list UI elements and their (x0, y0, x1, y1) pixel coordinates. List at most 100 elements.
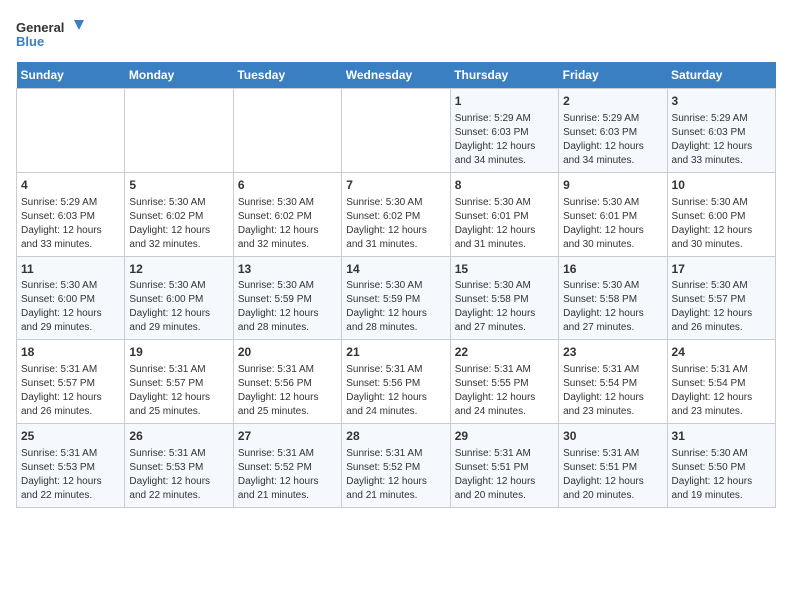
calendar-cell: 25Sunrise: 5:31 AMSunset: 5:53 PMDayligh… (17, 424, 125, 508)
day-info: Daylight: 12 hours (238, 307, 337, 321)
day-info: Sunset: 5:52 PM (346, 461, 445, 475)
day-info: Daylight: 12 hours (238, 224, 337, 238)
day-number: 12 (129, 261, 228, 278)
day-info: Sunset: 5:55 PM (455, 377, 554, 391)
calendar-cell: 26Sunrise: 5:31 AMSunset: 5:53 PMDayligh… (125, 424, 233, 508)
day-number: 26 (129, 428, 228, 445)
calendar-cell: 29Sunrise: 5:31 AMSunset: 5:51 PMDayligh… (450, 424, 558, 508)
calendar-cell (342, 89, 450, 173)
calendar-cell: 4Sunrise: 5:29 AMSunset: 6:03 PMDaylight… (17, 172, 125, 256)
day-info: Sunrise: 5:30 AM (346, 279, 445, 293)
day-info: Sunset: 5:57 PM (129, 377, 228, 391)
day-info: and 26 minutes. (672, 321, 771, 335)
day-info: Sunrise: 5:30 AM (129, 279, 228, 293)
day-info: Daylight: 12 hours (129, 224, 228, 238)
day-info: Daylight: 12 hours (129, 307, 228, 321)
day-info: Sunset: 5:58 PM (455, 293, 554, 307)
header-row: SundayMondayTuesdayWednesdayThursdayFrid… (17, 62, 776, 89)
day-info: and 22 minutes. (21, 489, 120, 503)
header-day-sunday: Sunday (17, 62, 125, 89)
header-day-tuesday: Tuesday (233, 62, 341, 89)
calendar-cell: 20Sunrise: 5:31 AMSunset: 5:56 PMDayligh… (233, 340, 341, 424)
day-info: and 20 minutes. (455, 489, 554, 503)
logo: General Blue (16, 16, 86, 56)
day-number: 16 (563, 261, 662, 278)
day-info: Sunrise: 5:31 AM (455, 363, 554, 377)
calendar-body: 1Sunrise: 5:29 AMSunset: 6:03 PMDaylight… (17, 89, 776, 508)
day-number: 3 (672, 93, 771, 110)
day-info: Daylight: 12 hours (672, 224, 771, 238)
day-info: Daylight: 12 hours (238, 475, 337, 489)
day-number: 7 (346, 177, 445, 194)
day-info: Sunset: 5:59 PM (346, 293, 445, 307)
day-info: Sunrise: 5:31 AM (563, 447, 662, 461)
calendar-cell: 21Sunrise: 5:31 AMSunset: 5:56 PMDayligh… (342, 340, 450, 424)
day-info: Sunrise: 5:30 AM (455, 196, 554, 210)
day-info: Sunrise: 5:31 AM (455, 447, 554, 461)
calendar-cell: 1Sunrise: 5:29 AMSunset: 6:03 PMDaylight… (450, 89, 558, 173)
day-number: 31 (672, 428, 771, 445)
calendar-cell: 12Sunrise: 5:30 AMSunset: 6:00 PMDayligh… (125, 256, 233, 340)
day-info: Daylight: 12 hours (672, 391, 771, 405)
day-info: and 25 minutes. (129, 405, 228, 419)
day-info: and 21 minutes. (238, 489, 337, 503)
day-number: 14 (346, 261, 445, 278)
calendar-cell: 24Sunrise: 5:31 AMSunset: 5:54 PMDayligh… (667, 340, 775, 424)
day-number: 24 (672, 344, 771, 361)
day-info: Daylight: 12 hours (346, 224, 445, 238)
day-info: and 32 minutes. (238, 238, 337, 252)
day-info: Daylight: 12 hours (129, 475, 228, 489)
day-info: Daylight: 12 hours (21, 475, 120, 489)
calendar-cell: 11Sunrise: 5:30 AMSunset: 6:00 PMDayligh… (17, 256, 125, 340)
day-info: Daylight: 12 hours (455, 224, 554, 238)
day-info: and 23 minutes. (672, 405, 771, 419)
day-number: 1 (455, 93, 554, 110)
svg-text:Blue: Blue (16, 34, 44, 49)
day-info: Sunset: 5:54 PM (563, 377, 662, 391)
day-info: Sunset: 5:58 PM (563, 293, 662, 307)
day-number: 2 (563, 93, 662, 110)
day-info: Sunset: 5:59 PM (238, 293, 337, 307)
day-number: 6 (238, 177, 337, 194)
day-number: 25 (21, 428, 120, 445)
day-info: Sunrise: 5:31 AM (346, 363, 445, 377)
calendar-cell: 31Sunrise: 5:30 AMSunset: 5:50 PMDayligh… (667, 424, 775, 508)
day-number: 5 (129, 177, 228, 194)
day-info: Sunrise: 5:30 AM (238, 279, 337, 293)
day-info: Daylight: 12 hours (563, 140, 662, 154)
calendar-cell: 27Sunrise: 5:31 AMSunset: 5:52 PMDayligh… (233, 424, 341, 508)
day-info: and 30 minutes. (672, 238, 771, 252)
day-info: Sunrise: 5:31 AM (129, 363, 228, 377)
calendar-cell: 7Sunrise: 5:30 AMSunset: 6:02 PMDaylight… (342, 172, 450, 256)
calendar-cell: 17Sunrise: 5:30 AMSunset: 5:57 PMDayligh… (667, 256, 775, 340)
day-info: Sunset: 5:51 PM (455, 461, 554, 475)
day-info: Sunset: 6:01 PM (563, 210, 662, 224)
day-info: Sunrise: 5:30 AM (129, 196, 228, 210)
calendar-cell: 3Sunrise: 5:29 AMSunset: 6:03 PMDaylight… (667, 89, 775, 173)
calendar-cell: 15Sunrise: 5:30 AMSunset: 5:58 PMDayligh… (450, 256, 558, 340)
week-row-5: 25Sunrise: 5:31 AMSunset: 5:53 PMDayligh… (17, 424, 776, 508)
day-info: Daylight: 12 hours (346, 391, 445, 405)
calendar-cell: 23Sunrise: 5:31 AMSunset: 5:54 PMDayligh… (559, 340, 667, 424)
day-info: Sunrise: 5:30 AM (672, 447, 771, 461)
day-info: Sunset: 6:03 PM (455, 126, 554, 140)
day-info: Daylight: 12 hours (672, 475, 771, 489)
calendar-cell: 8Sunrise: 5:30 AMSunset: 6:01 PMDaylight… (450, 172, 558, 256)
day-number: 15 (455, 261, 554, 278)
day-number: 23 (563, 344, 662, 361)
day-info: Daylight: 12 hours (21, 307, 120, 321)
day-info: Sunset: 5:56 PM (346, 377, 445, 391)
day-info: and 27 minutes. (455, 321, 554, 335)
day-info: and 33 minutes. (672, 154, 771, 168)
day-info: Daylight: 12 hours (21, 391, 120, 405)
day-info: Sunset: 6:03 PM (672, 126, 771, 140)
day-number: 11 (21, 261, 120, 278)
day-info: and 21 minutes. (346, 489, 445, 503)
calendar-cell: 16Sunrise: 5:30 AMSunset: 5:58 PMDayligh… (559, 256, 667, 340)
day-number: 18 (21, 344, 120, 361)
day-info: and 28 minutes. (346, 321, 445, 335)
day-info: Sunrise: 5:31 AM (21, 447, 120, 461)
day-info: Sunset: 6:01 PM (455, 210, 554, 224)
day-info: and 28 minutes. (238, 321, 337, 335)
day-info: Daylight: 12 hours (455, 307, 554, 321)
